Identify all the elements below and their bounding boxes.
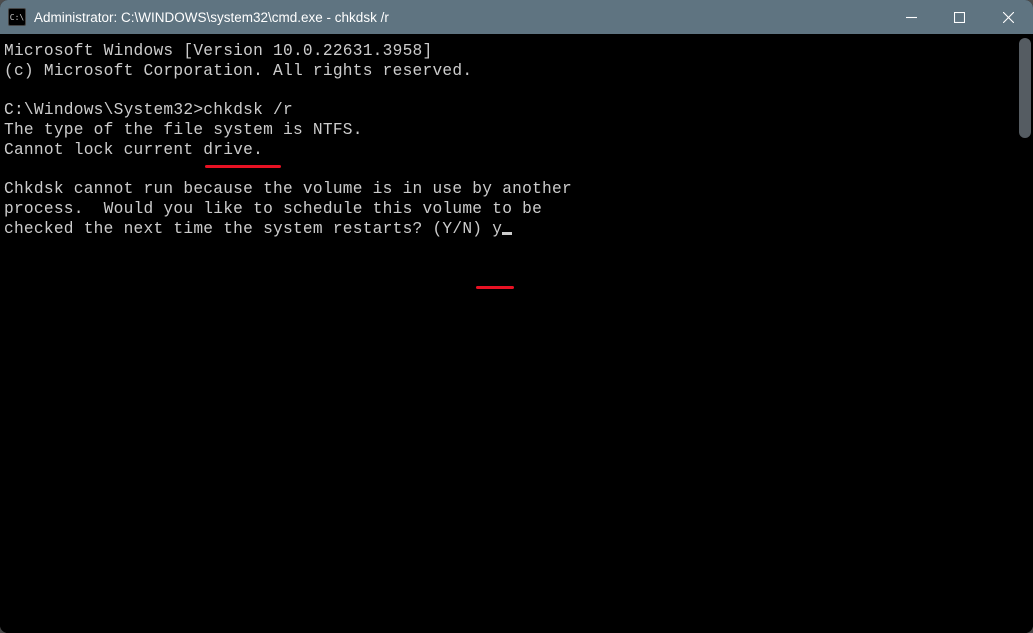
minimize-button[interactable]: [887, 0, 935, 34]
output-line: process. Would you like to schedule this…: [4, 200, 542, 218]
maximize-button[interactable]: [935, 0, 983, 34]
output-line: checked the next time the system restart…: [4, 220, 492, 238]
window-controls: [887, 0, 1033, 34]
user-input: y: [492, 220, 502, 238]
copyright-line: (c) Microsoft Corporation. All rights re…: [4, 62, 472, 80]
annotation-underline: [205, 165, 281, 168]
cursor: [502, 232, 512, 235]
close-icon: [1003, 12, 1014, 23]
cmd-window: C:\ Administrator: C:\WINDOWS\system32\c…: [0, 0, 1033, 633]
scrollbar-thumb[interactable]: [1019, 38, 1031, 138]
terminal-output[interactable]: Microsoft Windows [Version 10.0.22631.39…: [0, 34, 1033, 633]
cmd-icon: C:\: [8, 8, 26, 26]
output-line: Chkdsk cannot run because the volume is …: [4, 180, 572, 198]
output-line: The type of the file system is NTFS.: [4, 121, 363, 139]
minimize-icon: [906, 12, 917, 23]
scrollbar[interactable]: [1017, 38, 1031, 629]
maximize-icon: [954, 12, 965, 23]
command-text: chkdsk /r: [203, 101, 293, 119]
close-button[interactable]: [983, 0, 1033, 34]
output-line: Cannot lock current drive.: [4, 141, 263, 159]
titlebar[interactable]: C:\ Administrator: C:\WINDOWS\system32\c…: [0, 0, 1033, 34]
prompt-text: C:\Windows\System32>: [4, 101, 203, 119]
annotation-underline: [476, 286, 514, 289]
version-line: Microsoft Windows [Version 10.0.22631.39…: [4, 42, 432, 60]
window-title: Administrator: C:\WINDOWS\system32\cmd.e…: [34, 10, 887, 25]
content-area: Microsoft Windows [Version 10.0.22631.39…: [0, 34, 1033, 633]
